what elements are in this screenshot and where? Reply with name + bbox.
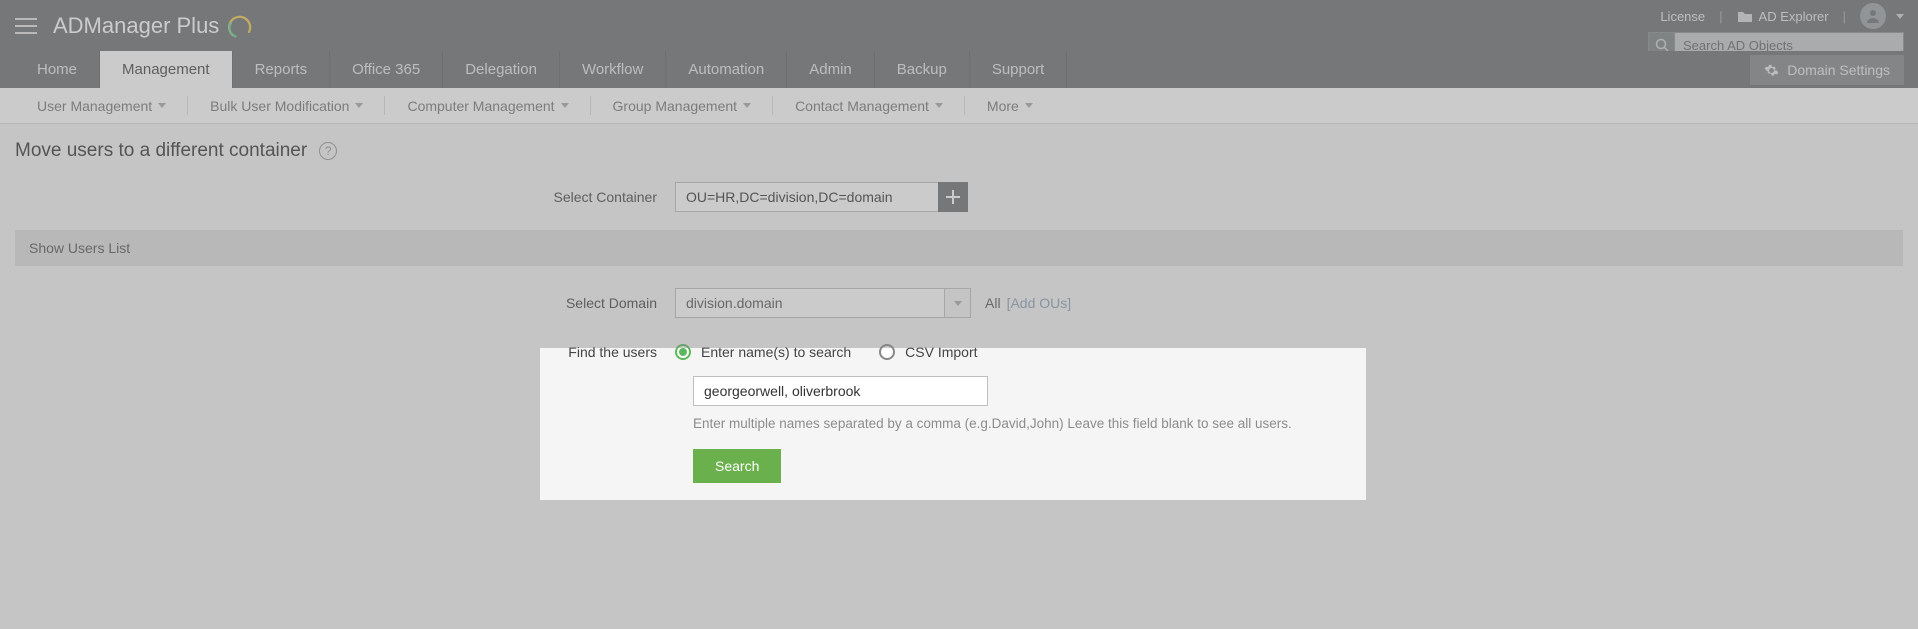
select-container-control	[675, 182, 968, 212]
sub-tab-label: Group Management	[613, 98, 738, 114]
tab-reports[interactable]: Reports	[233, 51, 331, 88]
tab-admin[interactable]: Admin	[787, 51, 875, 88]
select-container-label: Select Container	[15, 189, 675, 205]
domain-select-caret[interactable]	[945, 288, 971, 318]
page-title-row: Move users to a different container ?	[0, 124, 1918, 182]
show-users-list-heading: Show Users List	[15, 230, 1903, 266]
select-domain-row: Select Domain All [Add OUs]	[15, 288, 1888, 318]
brand-swirl-icon	[225, 11, 255, 41]
sub-tab-bulk-user[interactable]: Bulk User Modification	[188, 88, 385, 123]
chevron-down-icon	[355, 103, 363, 108]
sub-tab-computer-management[interactable]: Computer Management	[385, 88, 590, 123]
chevron-down-icon	[1896, 14, 1904, 19]
sub-tab-label: More	[987, 98, 1019, 114]
tab-workflow[interactable]: Workflow	[560, 51, 666, 88]
tab-office365[interactable]: Office 365	[330, 51, 443, 88]
domain-settings-button[interactable]: Domain Settings	[1750, 55, 1904, 85]
sub-tab-user-management[interactable]: User Management	[15, 88, 188, 123]
form-area: Select Container	[0, 182, 1918, 212]
help-icon[interactable]: ?	[319, 142, 337, 160]
ad-explorer-link[interactable]: AD Explorer	[1737, 9, 1829, 24]
sub-tab-label: Bulk User Modification	[210, 98, 349, 114]
chevron-down-icon	[158, 103, 166, 108]
divider: |	[1719, 9, 1722, 24]
user-menu[interactable]	[1860, 3, 1904, 29]
sub-tab-label: User Management	[37, 98, 152, 114]
main-tab-bar: Home Management Reports Office 365 Deleg…	[0, 51, 1918, 88]
tab-backup[interactable]: Backup	[875, 51, 970, 88]
tab-home[interactable]: Home	[15, 51, 100, 88]
chevron-down-icon	[954, 301, 962, 306]
select-domain-label: Select Domain	[15, 295, 675, 311]
add-container-button[interactable]	[938, 182, 968, 212]
domain-select[interactable]	[675, 288, 971, 318]
tab-management[interactable]: Management	[100, 51, 233, 88]
tab-delegation[interactable]: Delegation	[443, 51, 560, 88]
sub-tab-more[interactable]: More	[965, 88, 1055, 123]
folder-icon	[1737, 10, 1753, 23]
select-container-row: Select Container	[15, 182, 1903, 212]
ad-explorer-label: AD Explorer	[1759, 9, 1829, 24]
plus-icon	[946, 190, 960, 204]
tab-support[interactable]: Support	[970, 51, 1068, 88]
chevron-down-icon	[743, 103, 751, 108]
highlight-region	[540, 348, 1366, 500]
sub-tab-contact-management[interactable]: Contact Management	[773, 88, 965, 123]
sub-tab-label: Contact Management	[795, 98, 929, 114]
avatar-icon	[1860, 3, 1886, 29]
top-header: ADManager Plus License | AD Explorer |	[0, 0, 1918, 51]
license-link[interactable]: License	[1660, 9, 1705, 24]
brand-logo[interactable]: ADManager Plus	[53, 11, 255, 41]
page-title: Move users to a different container	[15, 140, 307, 162]
sub-tab-group-management[interactable]: Group Management	[591, 88, 774, 123]
tab-automation[interactable]: Automation	[666, 51, 787, 88]
sub-tab-label: Computer Management	[407, 98, 554, 114]
brand-name: ADManager Plus	[53, 13, 219, 39]
top-right-links: License | AD Explorer |	[1660, 3, 1904, 29]
page-root: ADManager Plus License | AD Explorer |	[0, 0, 1918, 493]
select-domain-control: All [Add OUs]	[675, 288, 1071, 318]
chevron-down-icon	[561, 103, 569, 108]
sub-tab-bar: User Management Bulk User Modification C…	[0, 88, 1918, 124]
domain-settings-label: Domain Settings	[1787, 62, 1890, 78]
container-input[interactable]	[675, 182, 939, 212]
domain-select-value[interactable]	[675, 288, 945, 318]
license-label: License	[1660, 9, 1705, 24]
add-ous-link[interactable]: [Add OUs]	[1007, 295, 1072, 311]
chevron-down-icon	[935, 103, 943, 108]
chevron-down-icon	[1025, 103, 1033, 108]
hamburger-icon[interactable]	[15, 18, 37, 34]
gear-icon	[1764, 63, 1779, 78]
all-label: All	[985, 295, 1001, 311]
divider: |	[1843, 9, 1846, 24]
